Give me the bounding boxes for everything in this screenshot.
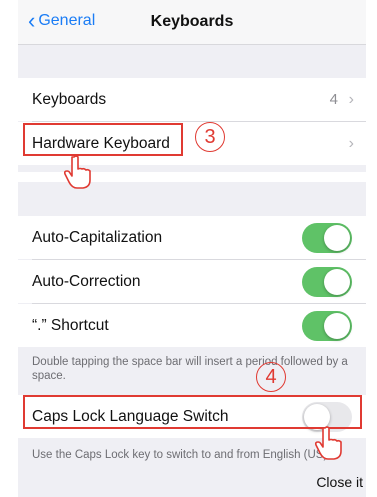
navigation-bar: ‹ General Keyboards bbox=[18, 0, 366, 45]
caps-lock-footnote: Use the Caps Lock key to switch to and f… bbox=[32, 449, 328, 461]
auto-capitalization-toggle[interactable] bbox=[302, 222, 352, 253]
chevron-right-icon: › bbox=[348, 134, 354, 152]
toggle-knob bbox=[324, 268, 350, 295]
pointing-hand-icon bbox=[314, 426, 342, 460]
auto-capitalization-label: Auto-Capitalization bbox=[32, 228, 163, 246]
chevron-right-icon: › bbox=[348, 90, 354, 108]
toggle-knob bbox=[324, 312, 350, 339]
pointing-hand-icon bbox=[63, 155, 91, 189]
auto-correction-toggle[interactable] bbox=[302, 266, 352, 297]
page-title: Keyboards bbox=[150, 13, 234, 30]
period-shortcut-row: “.” Shortcut bbox=[18, 304, 366, 347]
keyboards-count: 4 bbox=[329, 91, 338, 108]
step-3-badge: 3 bbox=[195, 122, 225, 152]
keyboards-row[interactable]: Keyboards 4 › bbox=[18, 78, 366, 121]
hardware-keyboard-highlight bbox=[23, 123, 183, 156]
toggle-knob bbox=[324, 224, 350, 251]
auto-correction-row: Auto-Correction bbox=[18, 260, 366, 303]
caps-lock-switch-highlight bbox=[23, 395, 362, 429]
auto-correction-label: Auto-Correction bbox=[32, 272, 141, 290]
period-shortcut-toggle[interactable] bbox=[302, 310, 352, 341]
shortcut-footnote: Double tapping the space bar will insert… bbox=[32, 356, 348, 382]
period-shortcut-label: “.” Shortcut bbox=[32, 316, 109, 334]
auto-capitalization-row: Auto-Capitalization bbox=[18, 216, 366, 259]
step-4-badge: 4 bbox=[256, 362, 286, 392]
keyboards-label: Keyboards bbox=[32, 90, 107, 108]
close-it-note: Close it bbox=[316, 474, 363, 490]
